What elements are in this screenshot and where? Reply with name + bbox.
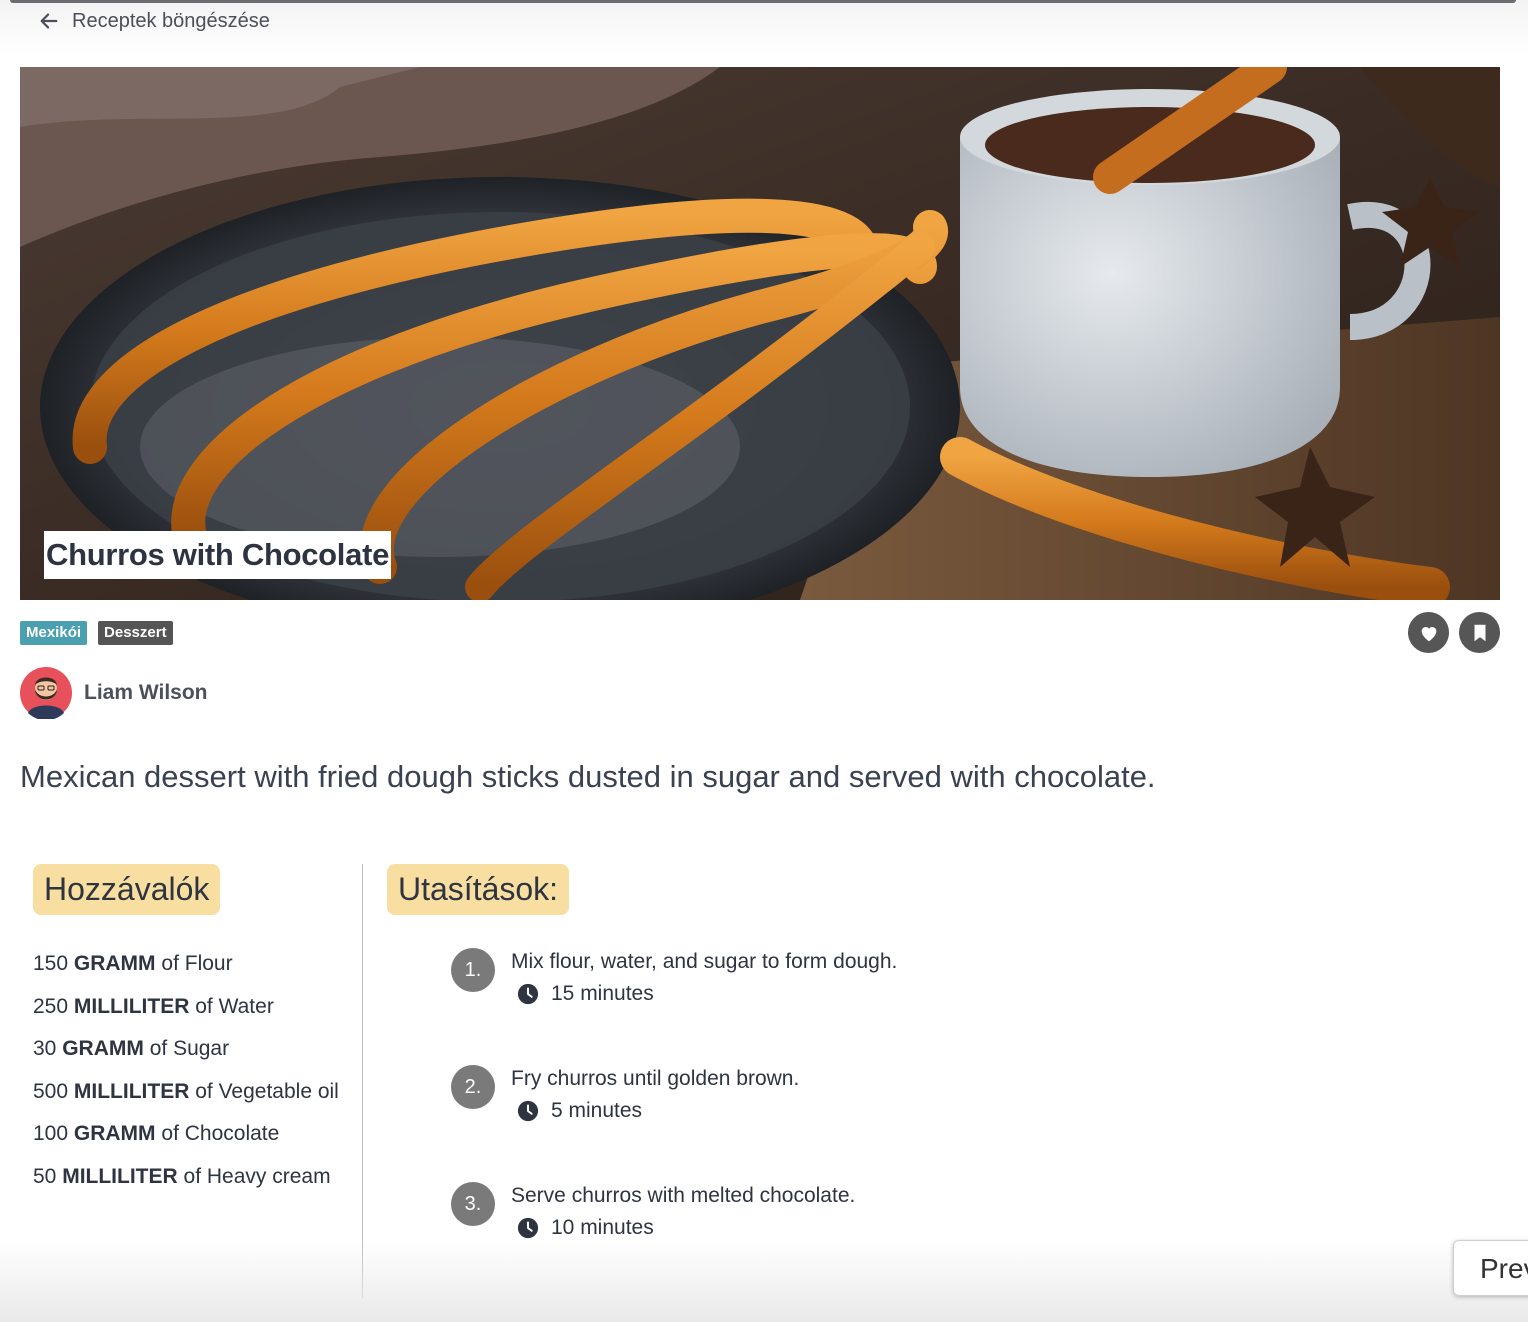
author-info[interactable]: Liam Wilson xyxy=(20,667,208,719)
step-time-label: 15 minutes xyxy=(551,982,654,1005)
back-to-browse-link[interactable]: Receptek böngészése xyxy=(38,6,270,36)
clock-icon xyxy=(517,1217,539,1239)
clock-icon xyxy=(517,1100,539,1122)
step-text: Fry churros until golden brown. xyxy=(511,1067,800,1090)
tag-badge-cuisine: Mexikói xyxy=(20,621,88,645)
step-number: 2. xyxy=(451,1065,495,1109)
hero-image: Churros with Chocolate xyxy=(20,67,1500,600)
heart-icon xyxy=(1421,626,1436,641)
step-duration: 10 minutes xyxy=(517,1216,654,1240)
top-bar-border xyxy=(10,0,1516,3)
author-name: Liam Wilson xyxy=(84,681,208,704)
column-divider xyxy=(362,864,363,1298)
step-text: Mix flour, water, and sugar to form doug… xyxy=(511,950,898,973)
ingredient-item: 100 GRAMM of Chocolate xyxy=(33,1122,280,1146)
like-button[interactable] xyxy=(1408,612,1449,653)
recipe-title: Churros with Chocolate xyxy=(44,531,392,579)
top-bar: Receptek böngészése xyxy=(0,0,1528,56)
ingredient-item: 30 GRAMM of Sugar xyxy=(33,1037,230,1061)
step-duration: 5 minutes xyxy=(517,1099,642,1123)
ingredient-item: 500 MILLILITER of Vegetable oil xyxy=(33,1079,339,1103)
recipe-description: Mexican dessert with fried dough sticks … xyxy=(20,759,1156,794)
ingredients-heading: Hozzávalók xyxy=(33,864,221,915)
step-text: Serve churros with melted chocolate. xyxy=(511,1184,856,1207)
tag-list: Mexikói Desszert xyxy=(20,621,173,645)
churros-photo xyxy=(20,67,1500,600)
arrow-left-icon xyxy=(40,13,58,29)
recipe-actions xyxy=(1408,612,1500,653)
ingredient-item: 50 MILLILITER of Heavy cream xyxy=(33,1164,331,1188)
tag-badge-category: Desszert xyxy=(98,621,173,645)
instructions-heading: Utasítások: xyxy=(387,864,570,915)
bookmark-button[interactable] xyxy=(1459,612,1500,653)
ingredient-item: 250 MILLILITER of Water xyxy=(33,994,274,1018)
avatar xyxy=(20,667,72,719)
step-number: 1. xyxy=(451,948,495,992)
step-duration: 15 minutes xyxy=(517,982,654,1006)
back-link-label: Receptek böngészése xyxy=(72,9,270,32)
clock-icon xyxy=(517,983,539,1005)
step-number: 3. xyxy=(451,1182,495,1226)
bookmark-icon xyxy=(1474,624,1485,641)
ingredient-item: 150 GRAMM of Flour xyxy=(33,952,233,975)
bottom-fade xyxy=(0,1240,1528,1322)
step-time-label: 10 minutes xyxy=(551,1216,654,1239)
step-time-label: 5 minutes xyxy=(551,1099,643,1122)
prev-button[interactable]: Prev xyxy=(1453,1240,1528,1296)
ingredient-list: 150 GRAMM of Flour 250 MILLILITER of Wat… xyxy=(33,945,339,1201)
